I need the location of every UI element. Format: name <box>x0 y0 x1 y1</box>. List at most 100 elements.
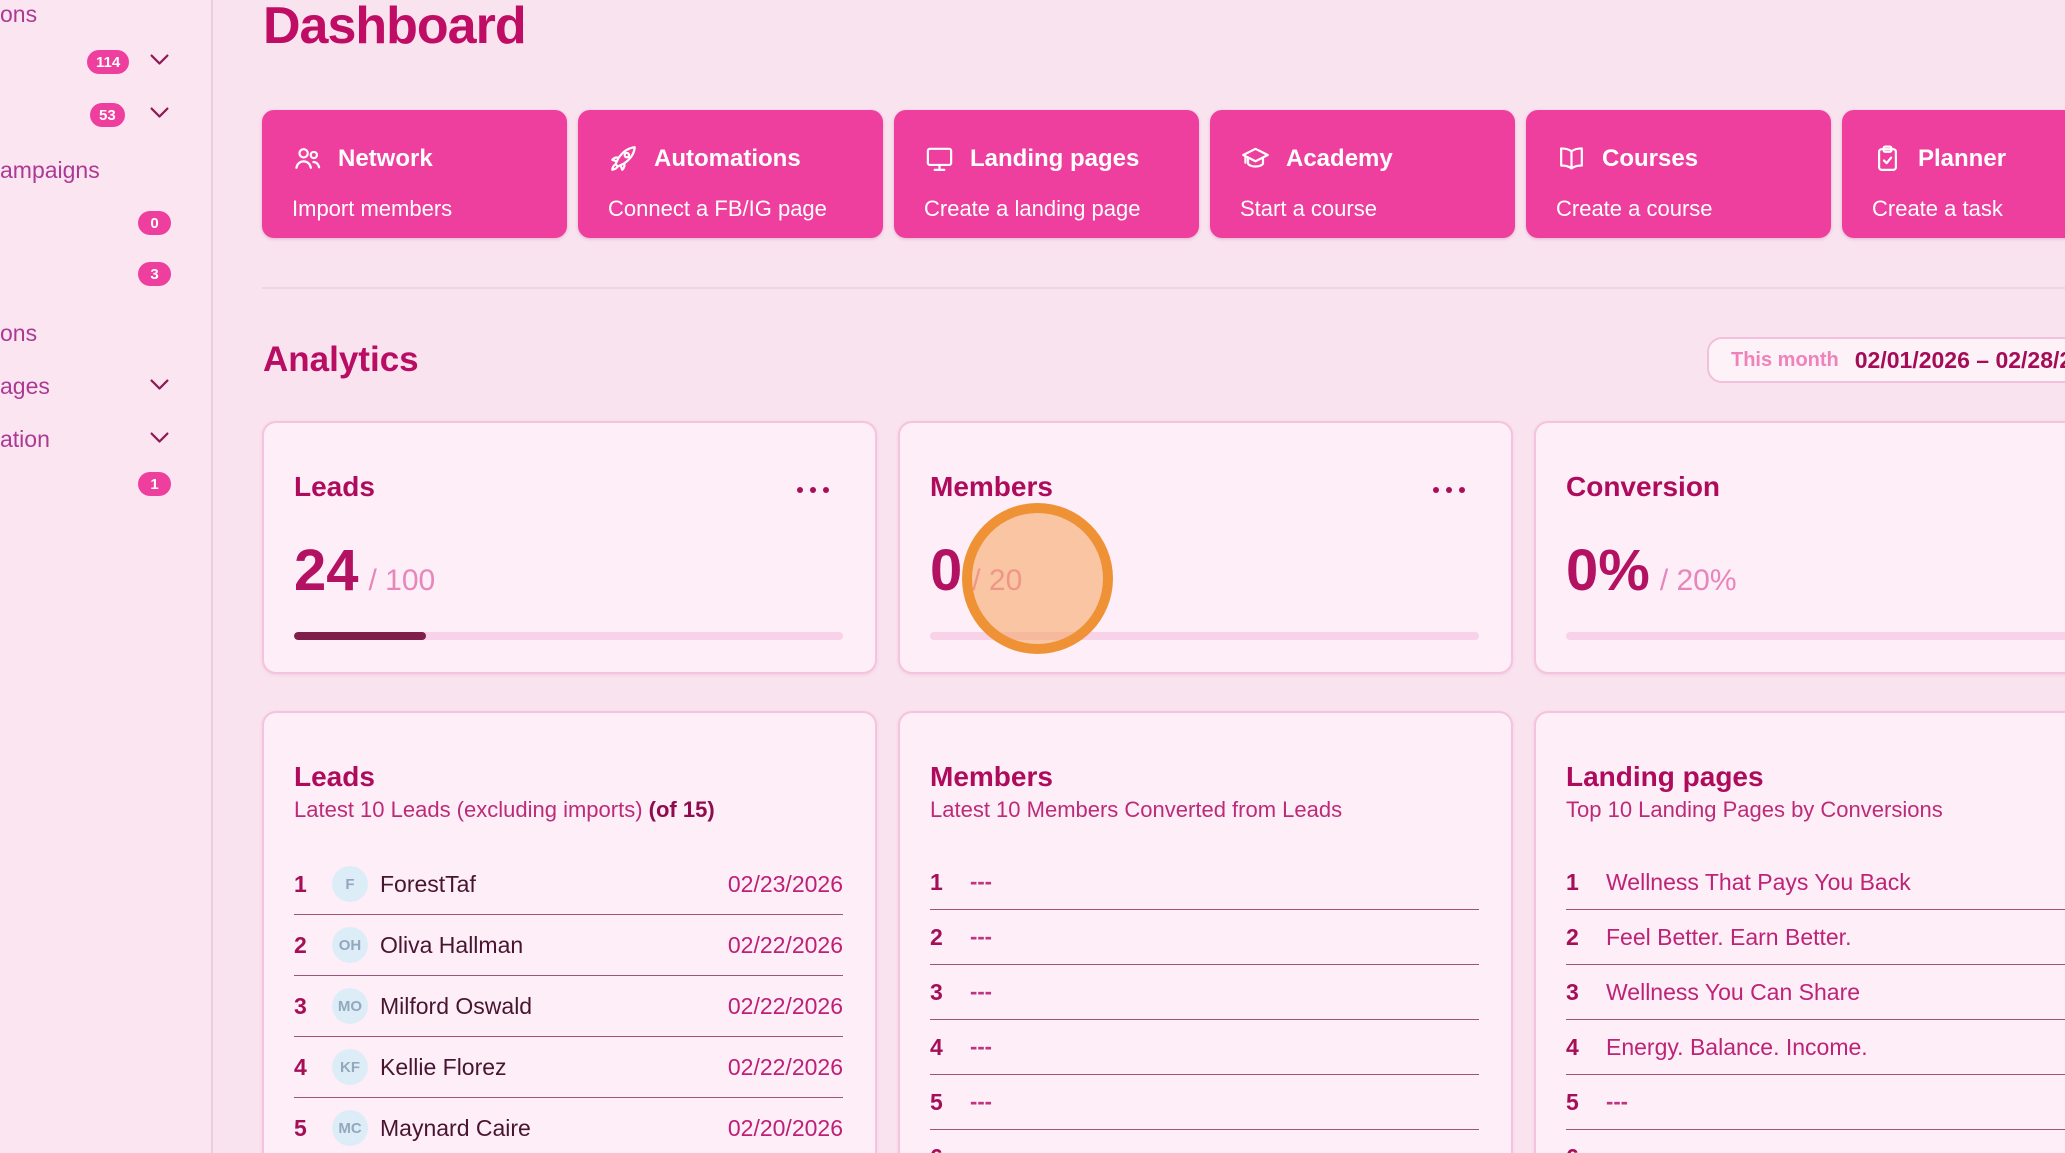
lead-date: 02/22/2026 <box>728 993 843 1020</box>
row-number: 2 <box>294 932 332 959</box>
network-quick-action-button[interactable]: Network Import members <box>262 110 567 238</box>
stat-card-title: Members <box>930 471 1053 503</box>
avatar: F <box>332 866 368 902</box>
progress-bar <box>930 632 1479 640</box>
sidebar-item-fragment[interactable]: ons <box>0 320 37 347</box>
list-card-title: Members <box>930 761 1053 793</box>
placeholder-value: --- <box>970 869 992 895</box>
chevron-down-icon[interactable] <box>149 378 170 392</box>
row-number: 5 <box>930 1089 970 1116</box>
members-list-card: Members Latest 10 Members Converted from… <box>898 711 1513 1153</box>
member-row: 3 --- <box>930 965 1479 1020</box>
avatar: MO <box>332 988 368 1024</box>
member-row: 4 --- <box>930 1020 1479 1075</box>
ellipsis-icon[interactable] <box>1429 483 1469 497</box>
row-number: 2 <box>930 924 970 951</box>
analytics-heading: Analytics <box>263 340 419 380</box>
landing-page-name: Energy. Balance. Income. <box>1606 1034 1868 1061</box>
row-number: 4 <box>294 1054 332 1081</box>
sidebar-count-badge[interactable]: 53 <box>90 103 125 127</box>
row-number: 4 <box>1566 1034 1606 1061</box>
lead-date: 02/22/2026 <box>728 1054 843 1081</box>
stat-card-title: Conversion <box>1566 471 1720 503</box>
landing-page-name: Wellness That Pays You Back <box>1606 869 1911 896</box>
book-icon <box>1556 143 1587 174</box>
list-card-title: Leads <box>294 761 375 793</box>
stat-value: 0% / 20% <box>1566 539 1737 603</box>
period-label: This month <box>1731 349 1839 372</box>
chevron-down-icon[interactable] <box>149 431 170 445</box>
lead-date: 02/20/2026 <box>728 1115 843 1142</box>
date-range-filter[interactable]: This month 02/01/2026 – 02/28/2026 <box>1707 337 2065 383</box>
avatar: MC <box>332 1110 368 1146</box>
lead-row[interactable]: 2 OH Oliva Hallman 02/22/2026 <box>294 915 843 976</box>
avatar: OH <box>332 927 368 963</box>
leads-list-card: Leads Latest 10 Leads (excluding imports… <box>262 711 877 1153</box>
landing-page-row[interactable]: 3 Wellness You Can Share <box>1566 965 2065 1020</box>
landing-page-row[interactable]: 4 Energy. Balance. Income. <box>1566 1020 2065 1075</box>
chevron-down-icon[interactable] <box>149 53 170 67</box>
placeholder-value: --- <box>970 979 992 1005</box>
list-card-subtitle: Top 10 Landing Pages by Conversions <box>1566 797 1943 823</box>
lead-row[interactable]: 1 F ForestTaf 02/23/2026 <box>294 854 843 915</box>
sidebar-count-badge[interactable]: 114 <box>87 50 129 74</box>
stat-value: 0 / 20 <box>930 539 1022 603</box>
landing-page-name: Feel Better. Earn Better. <box>1606 924 1851 951</box>
progress-bar-fill <box>294 632 426 640</box>
landing-page-row[interactable]: 1 Wellness That Pays You Back <box>1566 855 2065 910</box>
row-number: 3 <box>294 993 332 1020</box>
sidebar-item-fragment[interactable]: ons <box>0 1 37 28</box>
members-stat-card: Members 0 / 20 <box>898 421 1513 674</box>
row-number: 4 <box>930 1034 970 1061</box>
quick-action-subtitle: Start a course <box>1240 196 1377 222</box>
quick-action-title: Automations <box>654 145 801 173</box>
avatar: KF <box>332 1049 368 1085</box>
automations-quick-action-button[interactable]: Automations Connect a FB/IG page <box>578 110 883 238</box>
planner-quick-action-button[interactable]: Planner Create a task <box>1842 110 2065 238</box>
member-row: 1 --- <box>930 855 1479 910</box>
stat-current-value: 24 <box>294 539 359 603</box>
landing-pages-quick-action-button[interactable]: Landing pages Create a landing page <box>894 110 1199 238</box>
row-number: 3 <box>1566 979 1606 1006</box>
landing-page-row: 5 --- <box>1566 1075 2065 1130</box>
progress-bar <box>294 632 843 640</box>
courses-quick-action-button[interactable]: Courses Create a course <box>1526 110 1831 238</box>
chevron-down-icon[interactable] <box>149 106 170 120</box>
quick-action-subtitle: Create a course <box>1556 196 1713 222</box>
lead-name: Oliva Hallman <box>380 932 728 959</box>
placeholder-value: --- <box>970 1089 992 1115</box>
sidebar-item-creation[interactable]: ation <box>0 426 50 453</box>
quick-action-subtitle: Create a task <box>1872 196 2003 222</box>
lead-date: 02/22/2026 <box>728 932 843 959</box>
row-number: 1 <box>294 871 332 898</box>
lead-row[interactable]: 4 KF Kellie Florez 02/22/2026 <box>294 1037 843 1098</box>
placeholder-value: --- <box>970 1034 992 1060</box>
landing-page-row[interactable]: 2 Feel Better. Earn Better. <box>1566 910 2065 965</box>
quick-action-subtitle: Import members <box>292 196 452 222</box>
lead-row[interactable]: 5 MC Maynard Caire 02/20/2026 <box>294 1098 843 1153</box>
graduation-cap-icon <box>1240 143 1271 174</box>
academy-quick-action-button[interactable]: Academy Start a course <box>1210 110 1515 238</box>
leads-stat-card: Leads 24 / 100 <box>262 421 877 674</box>
quick-action-title: Planner <box>1918 145 2006 173</box>
placeholder-value: --- <box>1606 1144 1628 1153</box>
quick-action-subtitle: Connect a FB/IG page <box>608 196 827 222</box>
conversion-stat-card: Conversion 0% / 20% <box>1534 421 2065 674</box>
ellipsis-icon[interactable] <box>793 483 833 497</box>
sidebar-count-badge[interactable]: 0 <box>138 211 171 235</box>
sidebar-count-badge[interactable]: 3 <box>138 262 171 286</box>
lead-row[interactable]: 3 MO Milford Oswald 02/22/2026 <box>294 976 843 1037</box>
avatar-initials: MC <box>338 1120 361 1137</box>
list-card-title: Landing pages <box>1566 761 1764 793</box>
lead-name: Maynard Caire <box>380 1115 728 1142</box>
sidebar-item-pages[interactable]: ages <box>0 373 50 400</box>
quick-action-title: Academy <box>1286 145 1393 173</box>
quick-action-subtitle: Create a landing page <box>924 196 1141 222</box>
sidebar-count-badge[interactable]: 1 <box>138 472 171 496</box>
avatar-initials: OH <box>339 937 362 954</box>
sidebar-item-campaigns[interactable]: ampaigns <box>0 157 100 184</box>
stat-target-value: / 20 <box>972 564 1022 598</box>
member-row: 6 --- <box>930 1130 1479 1153</box>
landing-pages-list-card: Landing pages Top 10 Landing Pages by Co… <box>1534 711 2065 1153</box>
quick-action-title: Landing pages <box>970 145 1139 173</box>
